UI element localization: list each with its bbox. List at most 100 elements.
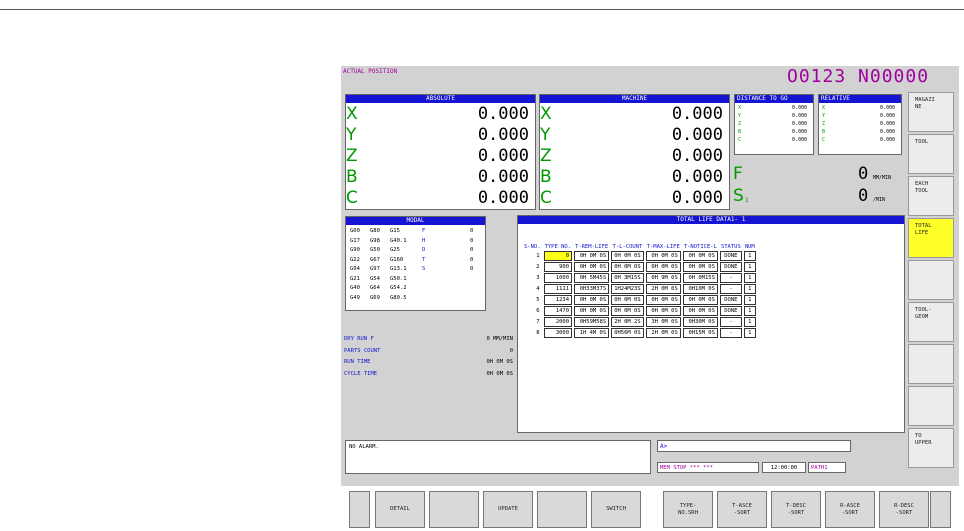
side-softkey-7[interactable] <box>908 344 954 384</box>
life-cell[interactable]: 900 <box>543 262 573 272</box>
life-cell[interactable]: 2000 <box>543 317 573 327</box>
life-cell[interactable]: 0H 0M 0S <box>645 306 681 316</box>
side-softkey-3[interactable]: EACH TOOL <box>908 176 954 216</box>
life-cell[interactable]: 1H 4M 0S <box>574 328 610 338</box>
life-cell[interactable]: 0H 0M 0S <box>611 251 644 261</box>
bottom-softkey-10[interactable]: R-DESC -SORT <box>879 491 929 528</box>
life-cell[interactable]: 1 <box>743 251 756 261</box>
modal-code: G50 <box>370 247 380 253</box>
modal-row: G00 G80 G15 F 0 <box>350 228 480 236</box>
life-row[interactable]: 2 900 0H 0M 0S 0H 0M 0S 0H 0M 0S 0H 0M 0S DONE… <box>523 262 756 272</box>
life-cell[interactable]: 1000 <box>543 273 573 283</box>
life-cell[interactable]: 2H 0M 2S <box>611 317 644 327</box>
life-cell[interactable]: DONE <box>719 251 742 261</box>
life-cell[interactable]: - <box>719 328 742 338</box>
row-number: 5 <box>536 297 540 303</box>
axis-value: 0.000 <box>791 105 807 111</box>
bottom-softkey-2[interactable] <box>429 491 479 528</box>
life-cell[interactable]: 0H 5M45S <box>574 273 610 283</box>
life-cell[interactable]: 1234 <box>543 295 573 305</box>
side-softkey-8[interactable] <box>908 386 954 426</box>
life-cell[interactable]: - <box>719 317 742 327</box>
modal-code: G98 <box>370 237 380 244</box>
life-cell[interactable]: 0H 3M15S <box>611 273 644 283</box>
life-row[interactable]: 6 1470 0H 0M 0S 0H 0M 0S 0H 0M 0S 0H 0M 0S DON… <box>523 306 756 316</box>
machine-title: MACHINE <box>540 95 729 103</box>
life-cell[interactable]: 1 <box>743 328 756 338</box>
life-cell[interactable]: 1 <box>743 306 756 316</box>
life-cell[interactable]: 0H 0M15S <box>682 273 718 283</box>
life-cell[interactable]: 0H 9M 0S <box>645 273 681 283</box>
life-row[interactable]: 3 1000 0H 5M45S 0H 3M15S 0H 9M 0S 0H 0M15S -1 <box>523 273 756 283</box>
relative-panel: RELATIVE X 0.000 Y 0.000 Z 0.000 B 0.000 C 0.000 <box>818 94 902 155</box>
side-softkey-1[interactable]: MAGAZI NE <box>908 92 954 132</box>
life-cell[interactable]: 1111 <box>543 284 573 294</box>
life-cell[interactable]: 0H15M 0S <box>682 328 718 338</box>
life-cell[interactable]: - <box>719 284 742 294</box>
life-cell[interactable]: 0H 0M 0S <box>611 295 644 305</box>
life-cell[interactable]: 0H 0M 0S <box>682 262 718 272</box>
softkey-left-arrow[interactable] <box>349 491 370 528</box>
life-cell[interactable]: 1 <box>743 262 756 272</box>
life-cell[interactable]: DONE <box>719 295 742 305</box>
softkey-right-arrow[interactable] <box>930 491 951 528</box>
side-softkey-2[interactable]: TOOL <box>908 134 954 174</box>
life-cell[interactable]: DONE <box>719 306 742 316</box>
life-cell[interactable]: 2H 0M 0S <box>645 328 681 338</box>
side-softkey-5[interactable] <box>908 260 954 300</box>
life-cell[interactable]: 0H56M 0S <box>611 328 644 338</box>
side-softkey-9[interactable]: TO UPPER <box>908 428 954 468</box>
life-cell[interactable]: 0H 0M 0S <box>645 262 681 272</box>
life-cell[interactable]: 1H24M23S <box>611 284 644 294</box>
side-softkey-4[interactable]: TOTAL LIFE <box>908 218 954 258</box>
life-cell[interactable]: - <box>719 273 742 283</box>
life-row[interactable]: 4 1111 0H33M37S 1H24M23S 2H 0M 0S 0H10M 0S -1 <box>523 284 756 294</box>
life-row[interactable]: 1 0 0H 0M 0S 0H 0M 0S 0H 0M 0S 0H 0M 0S DONE 1 <box>523 251 756 261</box>
life-cell[interactable]: 0H 0M 0S <box>645 295 681 305</box>
life-row[interactable]: 5 1234 0H 0M 0S 0H 0M 0S 0H 0M 0S 0H 0M 0S DON… <box>523 295 756 305</box>
life-cell[interactable]: 1 <box>743 317 756 327</box>
life-cell[interactable]: 2H 0M 0S <box>645 284 681 294</box>
life-cell[interactable]: 1 <box>743 273 756 283</box>
life-cell[interactable]: 3000 <box>543 328 573 338</box>
life-cell[interactable]: DONE <box>719 262 742 272</box>
life-cell[interactable]: 1 <box>743 295 756 305</box>
side-softkey-6[interactable]: TOOL- GEOM <box>908 302 954 342</box>
life-cell[interactable]: 0H 0M 0S <box>645 251 681 261</box>
bottom-softkey-3[interactable]: UPDATE <box>483 491 533 528</box>
life-row[interactable]: 7 2000 0H59M58S 2H 0M 2S 3H 0M 0S 0H30M 0S -1 <box>523 317 756 327</box>
life-cell[interactable]: 0H 0M 0S <box>574 262 610 272</box>
modal-code: 0 <box>470 228 474 234</box>
bottom-softkey-6[interactable]: TYPE- NO.SRH <box>663 491 713 528</box>
life-cell[interactable]: 0H 0M 0S <box>574 251 610 261</box>
bottom-softkey-1[interactable]: DETAIL <box>375 491 425 528</box>
life-row[interactable]: 8 3000 1H 4M 0S 0H56M 0S 2H 0M 0S 0H15M 0S -1 <box>523 328 756 338</box>
life-cell[interactable]: 0H 0M 0S <box>682 295 718 305</box>
life-cell[interactable]: 0H 0M 0S <box>682 306 718 316</box>
axis-value: 0.000 <box>671 146 723 166</box>
life-cell[interactable]: 0H30M 0S <box>682 317 718 327</box>
life-cell[interactable]: 0H 0M 0S <box>611 262 644 272</box>
life-header-cell: T-L-COUNT <box>612 244 643 250</box>
life-cell[interactable]: 0 <box>543 251 573 261</box>
life-cell[interactable]: 0H 0M 0S <box>574 306 610 316</box>
modal-row: G49 G69 G80.5 <box>350 295 480 303</box>
life-cell[interactable]: 3H 0M 0S <box>645 317 681 327</box>
life-cell[interactable]: 0H 0M 0S <box>574 295 610 305</box>
life-cell[interactable]: 0H59M58S <box>574 317 610 327</box>
bottom-softkey-5[interactable]: SWITCH <box>591 491 641 528</box>
life-header-cell: T-MAX-LIFE <box>646 244 680 250</box>
alarm-stars: *** *** <box>689 465 713 471</box>
bottom-softkey-4[interactable] <box>537 491 587 528</box>
life-cell[interactable]: 1470 <box>543 306 573 316</box>
alarm-message: NO ALARM. <box>349 444 379 450</box>
bottom-softkey-8[interactable]: T-DESC -SORT <box>771 491 821 528</box>
life-cell[interactable]: 0H 0M 0S <box>682 251 718 261</box>
life-cell[interactable]: 0H10M 0S <box>682 284 718 294</box>
bottom-softkey-7[interactable]: T-ASCE -SORT <box>717 491 767 528</box>
mdi-input[interactable]: A> <box>657 440 851 452</box>
life-cell[interactable]: 0H 0M 0S <box>611 306 644 316</box>
life-cell[interactable]: 1 <box>743 284 756 294</box>
life-cell[interactable]: 0H33M37S <box>574 284 610 294</box>
bottom-softkey-9[interactable]: R-ASCE -SORT <box>825 491 875 528</box>
